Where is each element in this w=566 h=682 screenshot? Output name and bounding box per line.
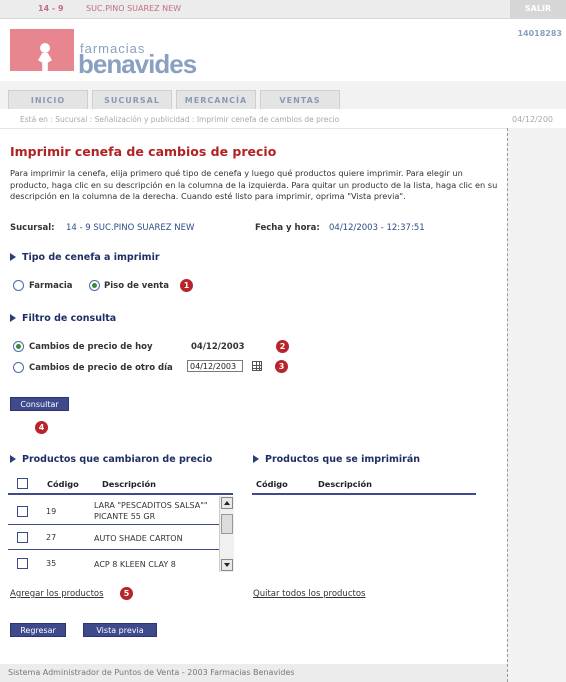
- row-checkbox[interactable]: [17, 558, 28, 569]
- sucursal-label: Sucursal:: [10, 223, 55, 233]
- step-2-icon: 2: [276, 340, 289, 353]
- radio-farmacia[interactable]: [13, 280, 24, 291]
- right-table-divider: [252, 493, 476, 495]
- step-3-icon: 3: [275, 360, 288, 373]
- radio-piso-venta[interactable]: [89, 280, 100, 291]
- table-row[interactable]: 19 LARA "PESCADITOS SALSA"" PICANTE 55 G…: [8, 496, 233, 525]
- consultar-button[interactable]: Consultar: [10, 397, 69, 411]
- table-divider: [8, 493, 233, 495]
- header: farmacias benavides 14018283: [0, 19, 566, 81]
- instructions: Para imprimir la cenefa, elija primero q…: [10, 168, 498, 201]
- col-descripcion: Descripción: [102, 479, 156, 489]
- regresar-button[interactable]: Regresar: [10, 623, 66, 637]
- logout-button[interactable]: SALIR: [510, 0, 566, 18]
- nav-tabs: INICIO SUCURSAL MERCANCÍA VENTAS: [0, 81, 566, 109]
- row-checkbox[interactable]: [17, 532, 28, 543]
- row-code: 19: [46, 507, 57, 516]
- radio-hoy-label: Cambios de precio de hoy: [29, 342, 153, 352]
- step-4-icon: 4: [35, 421, 48, 434]
- logo-text: benavides: [78, 49, 197, 79]
- right-table-heading: Productos que se imprimirán: [253, 454, 420, 465]
- radio-otro-dia-label: Cambios de precio de otro día: [29, 363, 173, 373]
- vista-previa-button[interactable]: Vista previa: [83, 623, 157, 637]
- right-col-codigo: Código: [256, 479, 288, 489]
- table-row[interactable]: 27 AUTO SHADE CARTON: [8, 525, 233, 550]
- quitar-productos-link[interactable]: Quitar todos los productos: [253, 589, 365, 599]
- scroll-down-icon[interactable]: [221, 559, 233, 571]
- bullet-icon: [10, 314, 16, 322]
- table-scrollbar[interactable]: [219, 496, 234, 572]
- agregar-productos-link[interactable]: Agregar los productos: [10, 589, 104, 599]
- row-code: 27: [46, 533, 57, 542]
- radio-farmacia-label: Farmacia: [29, 281, 73, 291]
- fecha-value: 04/12/2003 - 12:37:51: [329, 223, 425, 233]
- fecha-label: Fecha y hora:: [255, 223, 320, 233]
- page-title: Imprimir cenefa de cambios de precio: [10, 144, 277, 159]
- select-all-checkbox[interactable]: [17, 478, 28, 489]
- sucursal-value: 14 - 9 SUC.PINO SUAREZ NEW: [66, 223, 195, 233]
- tab-sucursal[interactable]: SUCURSAL: [92, 90, 172, 109]
- calendar-icon[interactable]: [252, 361, 262, 371]
- top-bar: 14 - 9 SUC.PINO SUAREZ NEW SALIR: [0, 0, 566, 19]
- row-checkbox[interactable]: [17, 506, 28, 517]
- left-table-heading: Productos que cambiaron de precio: [10, 454, 212, 465]
- filtro-heading: Filtro de consulta: [10, 313, 116, 324]
- row-code: 35: [46, 559, 57, 568]
- branch-code: 14 - 9: [38, 4, 64, 13]
- tipo-heading: Tipo de cenefa a imprimir: [10, 252, 160, 263]
- radio-otro-dia[interactable]: [13, 362, 24, 373]
- row-desc[interactable]: AUTO SHADE CARTON: [94, 533, 214, 544]
- right-column: [507, 128, 566, 682]
- logo-icon: [10, 29, 74, 77]
- hoy-date: 04/12/2003: [191, 342, 245, 352]
- step-5-icon: 5: [120, 587, 133, 600]
- bullet-icon: [10, 455, 16, 463]
- tab-ventas[interactable]: VENTAS: [260, 90, 340, 109]
- user-id: 14018283: [517, 29, 562, 38]
- bullet-icon: [10, 253, 16, 261]
- tab-mercancia[interactable]: MERCANCÍA: [176, 90, 256, 109]
- breadcrumb-date: 04/12/200: [512, 115, 554, 124]
- breadcrumb-text: Está en : Sucursal : Señalización y publ…: [20, 115, 340, 124]
- breadcrumb: Está en : Sucursal : Señalización y publ…: [0, 110, 566, 129]
- main-content: Imprimir cenefa de cambios de precio Par…: [0, 128, 507, 664]
- bullet-icon: [253, 455, 259, 463]
- scroll-thumb[interactable]: [221, 514, 233, 534]
- tab-inicio[interactable]: INICIO: [8, 90, 88, 109]
- row-desc[interactable]: LARA "PESCADITOS SALSA"" PICANTE 55 GR: [94, 500, 214, 522]
- branch-name: SUC.PINO SUAREZ NEW: [86, 4, 182, 13]
- col-codigo: Código: [47, 479, 79, 489]
- footer: Sistema Administrador de Puntos de Venta…: [0, 664, 507, 682]
- radio-hoy[interactable]: [13, 341, 24, 352]
- date-input[interactable]: 04/12/2003: [187, 360, 243, 372]
- table-row[interactable]: 35 ACP 8 KLEEN CLAY 8: [8, 550, 233, 572]
- scroll-up-icon[interactable]: [221, 497, 233, 509]
- right-col-descripcion: Descripción: [318, 479, 372, 489]
- radio-piso-venta-label: Piso de venta: [104, 281, 169, 291]
- row-desc[interactable]: ACP 8 KLEEN CLAY 8: [94, 559, 214, 570]
- step-1-icon: 1: [180, 279, 193, 292]
